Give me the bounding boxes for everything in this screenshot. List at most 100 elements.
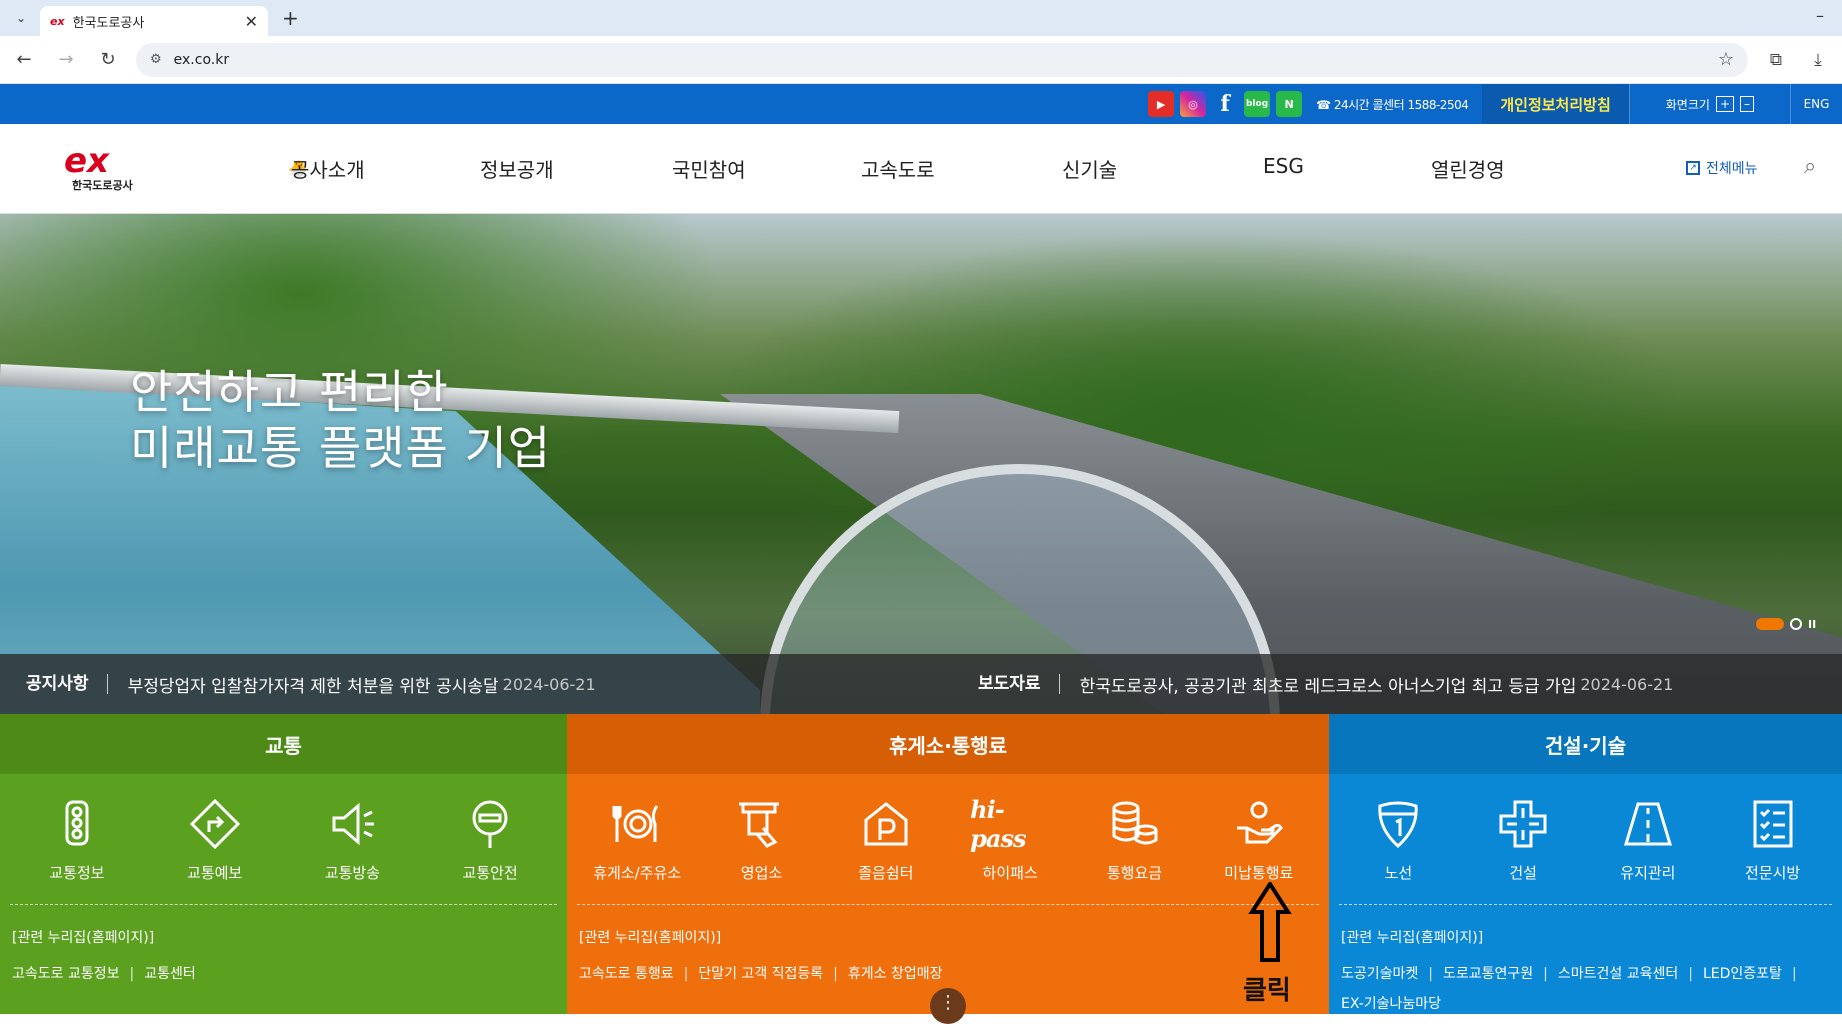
naver-post-icon[interactable]: N	[1276, 91, 1303, 117]
quick-specification[interactable]: 전문시방	[1711, 796, 1834, 883]
window-minimize-button[interactable]: –	[1816, 6, 1824, 25]
panel-construction-items: 노선 건설 유지관리 전문시방	[1329, 774, 1842, 904]
press-heading[interactable]: 보도자료	[978, 674, 1060, 694]
gnb-item-management[interactable]: 열린경영	[1431, 154, 1505, 183]
quick-toll-fee[interactable]: 통행요금	[1072, 796, 1196, 883]
reload-button[interactable]: ↻	[94, 49, 122, 70]
download-icon[interactable]: ⤓	[1804, 50, 1832, 70]
route-shield-icon	[1370, 796, 1426, 852]
related-link[interactable]: LED인증포탈	[1703, 966, 1782, 982]
tab-search-icon[interactable]: ⌄	[10, 7, 32, 29]
gnb-item-expressway[interactable]: 고속도로	[861, 154, 935, 183]
tab-close-icon[interactable]: ✕	[245, 12, 258, 31]
gnb-item-esg[interactable]: ESG	[1263, 154, 1304, 178]
gnb-item-about[interactable]: 공사소개	[291, 154, 365, 183]
quick-menu-panels: 교통 교통정보 교통예보 교통방송 교통안전 [관련 누리집(홈페이지)] 고속…	[0, 714, 1842, 1014]
english-site-link[interactable]: ENG	[1790, 84, 1842, 124]
related-link[interactable]: 도로교통연구원	[1443, 966, 1533, 982]
all-menu-button[interactable]: ↗ 전체메뉴	[1686, 158, 1758, 178]
related-link[interactable]: 교통센터	[144, 966, 196, 982]
link-separator: |	[1543, 966, 1548, 982]
utility-bar: ▶ ◎ f blog N ☎ 24시간 콜센터 1588-2504 개인정보처리…	[0, 84, 1842, 124]
panel-construction-title[interactable]: 건설·기술	[1329, 714, 1842, 774]
quick-tollgate[interactable]: 영업소	[699, 796, 823, 883]
press-date: 2024-06-21	[1580, 674, 1674, 694]
slide-dot-active[interactable]	[1756, 618, 1784, 630]
panel-rest-toll-title[interactable]: 휴게소·통행료	[567, 714, 1329, 774]
notice-heading[interactable]: 공지사항	[0, 674, 108, 694]
facebook-icon[interactable]: f	[1212, 91, 1238, 117]
related-link[interactable]: 휴게소 창업매장	[848, 966, 943, 982]
callcenter-info: ☎ 24시간 콜센터 1588-2504	[1316, 96, 1469, 113]
font-size-minus-button[interactable]: –	[1740, 96, 1754, 112]
site-info-icon[interactable]: ⚙	[150, 52, 162, 67]
notice-text[interactable]: 부정당업자 입찰참가자격 제한 처분을 위한 공시송달	[108, 672, 499, 697]
parking-icon	[858, 796, 914, 852]
panel-rest-toll-items: 휴게소/주유소 영업소 졸음쉼터 hi-pass 하이패스 통행요금 미납통행료	[567, 774, 1329, 904]
site-favicon-icon: ex	[50, 14, 65, 28]
quick-construction[interactable]: 건설	[1462, 796, 1585, 883]
link-separator: |	[1688, 966, 1693, 982]
gnb-item-participation[interactable]: 국민참여	[672, 154, 746, 183]
extensions-icon[interactable]: ⧉	[1762, 50, 1790, 70]
more-button[interactable]: ⋮	[930, 988, 966, 1024]
road-icon	[1620, 796, 1676, 852]
panel-traffic-title[interactable]: 교통	[0, 714, 567, 774]
search-icon[interactable]: ⌕	[1804, 154, 1816, 179]
panel-construction: 건설·기술 노선 건설 유지관리 전문시방 [관련 누리집(홈페이지)] 도공기…	[1329, 714, 1842, 1014]
gnb-item-newtech[interactable]: 신기술	[1062, 154, 1117, 183]
quick-traffic-forecast-label: 교통예보	[187, 863, 243, 882]
youtube-icon[interactable]: ▶	[1148, 91, 1175, 117]
gnb-item-disclosure[interactable]: 정보공개	[480, 154, 554, 183]
quick-drowsy-shelter[interactable]: 졸음쉼터	[824, 796, 948, 883]
related-sites-links: 고속도로 통행료 | 단말기 고객 직접등록 | 휴게소 창업매장	[567, 947, 1329, 989]
bookmark-star-icon[interactable]: ☆	[1718, 49, 1734, 70]
speaker-icon	[324, 796, 380, 852]
quick-traffic-safety[interactable]: 교통안전	[421, 796, 559, 883]
traffic-light-icon	[49, 796, 105, 852]
quick-hipass[interactable]: hi-pass 하이패스	[948, 794, 1072, 883]
related-link[interactable]: 스마트건설 교육센터	[1558, 966, 1678, 982]
privacy-policy-link[interactable]: 개인정보처리방침	[1482, 84, 1629, 124]
browser-tab[interactable]: ex 한국도로공사 ✕	[40, 6, 268, 36]
panel-traffic: 교통 교통정보 교통예보 교통방송 교통안전 [관련 누리집(홈페이지)] 고속…	[0, 714, 567, 1014]
quick-route[interactable]: 노선	[1337, 796, 1460, 883]
quick-unpaid-toll[interactable]: 미납통행료	[1197, 796, 1321, 883]
quick-traffic-info[interactable]: 교통정보	[8, 796, 146, 883]
related-link[interactable]: 단말기 고객 직접등록	[698, 966, 823, 982]
link-separator: |	[129, 966, 135, 982]
slide-controls: II	[1756, 618, 1820, 631]
dining-icon	[609, 796, 665, 852]
hipass-logo-text: hi-pass	[970, 794, 1026, 853]
new-tab-button[interactable]: +	[282, 6, 299, 30]
back-button[interactable]: ←	[10, 49, 38, 70]
quick-unpaid-toll-label: 미납통행료	[1224, 863, 1294, 882]
quick-rest-area[interactable]: 휴게소/주유소	[575, 796, 699, 883]
quick-traffic-forecast[interactable]: 교통예보	[146, 796, 284, 883]
font-size-plus-button[interactable]: +	[1715, 96, 1734, 112]
notice-item[interactable]: 공지사항 부정당업자 입찰참가자격 제한 처분을 위한 공시송달 2024-06…	[0, 672, 978, 697]
quick-toll-fee-label: 통행요금	[1106, 863, 1163, 882]
quick-traffic-broadcast[interactable]: 교통방송	[284, 796, 422, 883]
blog-icon[interactable]: blog	[1244, 91, 1271, 117]
forward-button[interactable]: →	[52, 49, 80, 70]
quick-tollgate-label: 영업소	[740, 863, 783, 882]
related-sites-title: [관련 누리집(홈페이지)]	[12, 930, 155, 946]
related-link[interactable]: EX-기술나눔마당	[1341, 996, 1441, 1012]
address-bar[interactable]: ⚙ ex.co.kr ☆	[136, 42, 1748, 77]
related-link[interactable]: 고속도로 통행료	[579, 966, 674, 982]
related-link[interactable]: 도공기술마켓	[1341, 966, 1418, 982]
slide-dot[interactable]	[1790, 618, 1802, 630]
press-text[interactable]: 한국도로공사, 공공기관 최초로 레드크로스 아너스기업 최고 등급 가입	[1060, 672, 1577, 697]
url-text[interactable]: ex.co.kr	[174, 52, 229, 68]
pause-icon[interactable]: II	[1808, 618, 1820, 631]
quick-maintenance[interactable]: 유지관리	[1587, 796, 1710, 883]
press-item[interactable]: 보도자료 한국도로공사, 공공기관 최초로 레드크로스 아너스기업 최고 등급 …	[978, 672, 1673, 697]
panel-traffic-items: 교통정보 교통예보 교통방송 교통안전	[0, 774, 567, 904]
link-separator: |	[1791, 966, 1797, 982]
instagram-icon[interactable]: ◎	[1180, 91, 1207, 117]
hand-coin-icon	[1231, 796, 1287, 852]
hero-title-line1: 안전하고 편리한	[130, 365, 449, 419]
related-link[interactable]: 고속도로 교통정보	[12, 966, 120, 982]
callcenter-text: 24시간 콜센터 1588-2504	[1333, 97, 1469, 112]
